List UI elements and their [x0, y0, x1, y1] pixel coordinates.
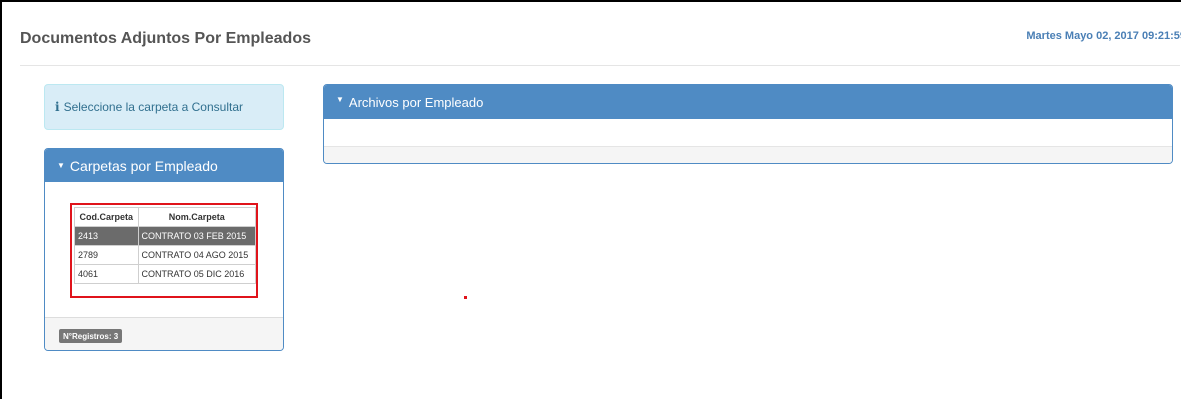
table-header-row: Cod.Carpeta Nom.Carpeta [74, 207, 257, 227]
app-frame: Documentos Adjuntos Por Empleados Martes… [0, 0, 1181, 399]
carpetas-table-highlight: Cod.Carpeta Nom.Carpeta 2413 CONTRATO 03… [70, 203, 258, 298]
marker-dot [464, 296, 467, 299]
cell-nom[interactable]: CONTRATO 03 FEB 2015 [137, 226, 257, 246]
table-row[interactable]: 4061 CONTRATO 05 DIC 2016 [74, 264, 257, 284]
archivos-panel-body [324, 119, 1172, 146]
info-icon: i [55, 100, 60, 114]
info-text: Seleccione la carpeta a Consultar [63, 100, 243, 114]
carpetas-panel-heading[interactable]: ▼ Carpetas por Empleado [45, 149, 283, 182]
column-header-cod[interactable]: Cod.Carpeta [74, 207, 139, 227]
cell-cod[interactable]: 4061 [74, 264, 139, 284]
column-header-nom[interactable]: Nom.Carpeta [137, 207, 257, 227]
carpetas-panel-title: Carpetas por Empleado [69, 157, 218, 174]
datetime-label: Martes Mayo 02, 2017 09:21:59 [1026, 30, 1181, 42]
caret-down-icon: ▼ [336, 95, 344, 104]
caret-down-icon: ▼ [57, 161, 65, 170]
carpetas-table: Cod.Carpeta Nom.Carpeta 2413 CONTRATO 03… [74, 207, 257, 284]
cell-nom[interactable]: CONTRATO 05 DIC 2016 [137, 264, 257, 284]
info-alert: i Seleccione la carpeta a Consultar [44, 84, 284, 130]
cell-cod[interactable]: 2789 [74, 245, 139, 265]
archivos-panel-footer [324, 146, 1172, 163]
page-header: Documentos Adjuntos Por Empleados Martes… [20, 24, 1181, 66]
archivos-panel: ▼ Archivos por Empleado [323, 84, 1173, 164]
page-title: Documentos Adjuntos Por Empleados [20, 30, 311, 47]
registros-badge: N°Registros: 3 [59, 329, 123, 343]
carpetas-panel-body: Cod.Carpeta Nom.Carpeta 2413 CONTRATO 03… [45, 182, 283, 317]
carpetas-panel-footer: N°Registros: 3 [45, 317, 283, 350]
cell-cod[interactable]: 2413 [74, 226, 139, 246]
archivos-panel-title: Archivos por Empleado [348, 95, 484, 110]
table-row[interactable]: 2789 CONTRATO 04 AGO 2015 [74, 245, 257, 265]
archivos-panel-heading[interactable]: ▼ Archivos por Empleado [324, 85, 1172, 119]
table-row[interactable]: 2413 CONTRATO 03 FEB 2015 [74, 226, 257, 246]
carpetas-panel: ▼ Carpetas por Empleado Cod.Carpeta Nom.… [44, 148, 284, 351]
cell-nom[interactable]: CONTRATO 04 AGO 2015 [137, 245, 257, 265]
